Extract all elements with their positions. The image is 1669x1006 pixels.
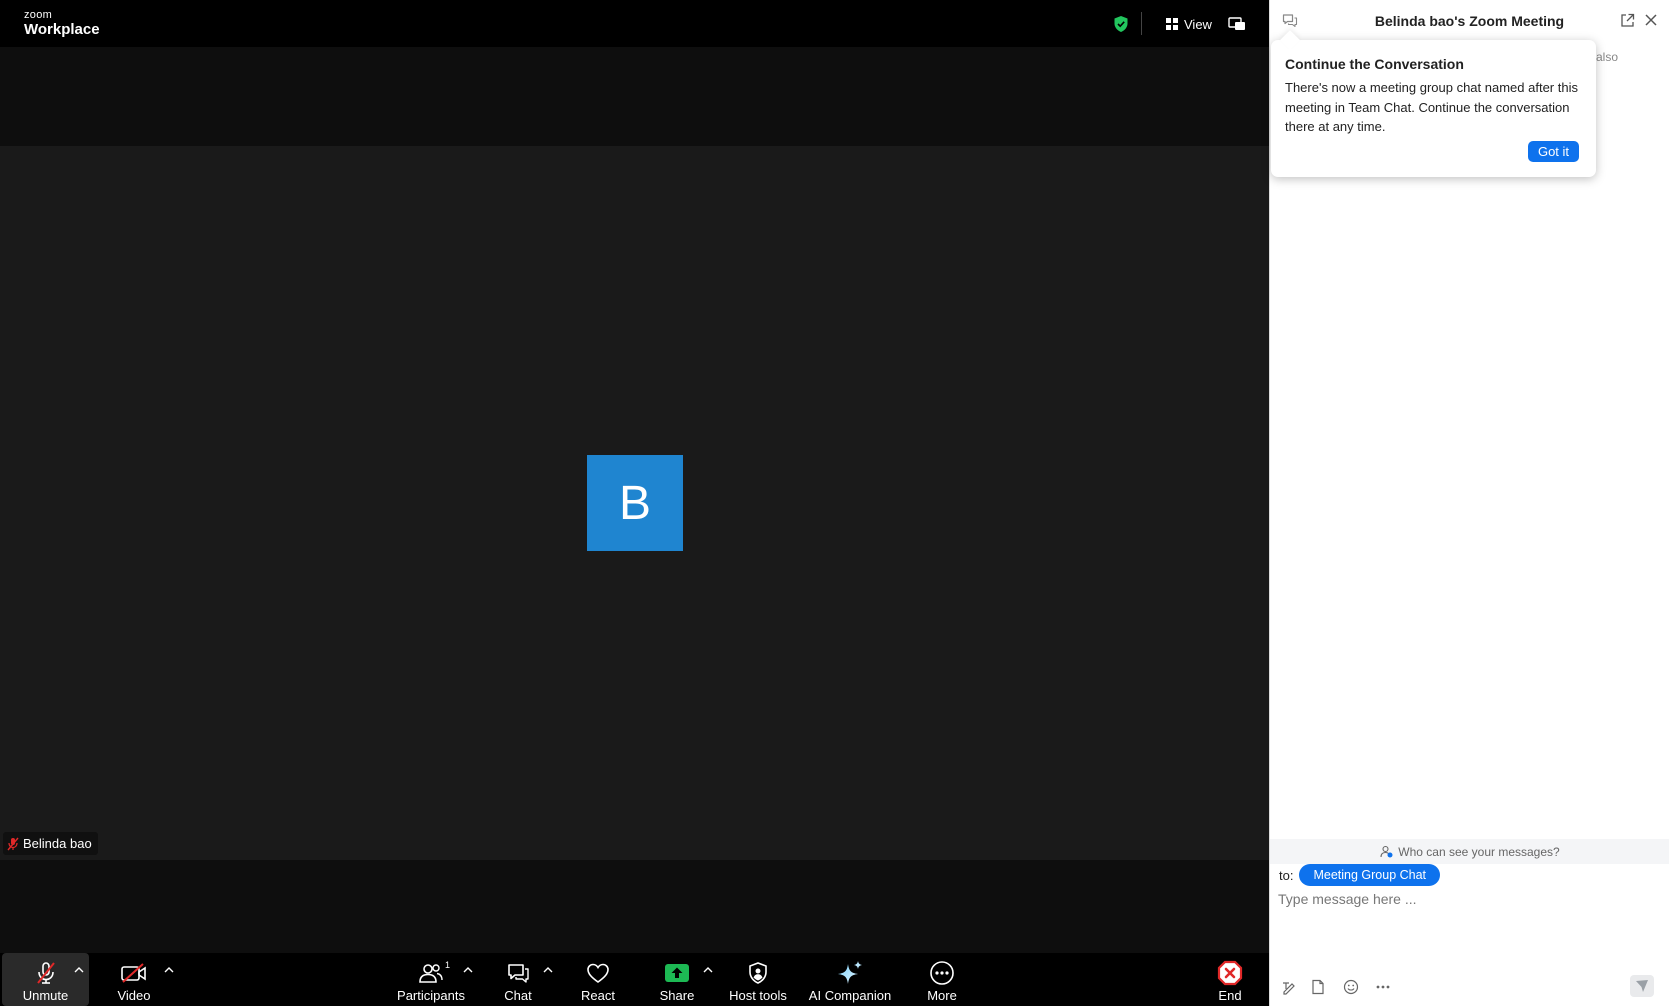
share-button[interactable]: Share [657,953,697,1006]
avatar-initial: B [618,476,651,530]
format-pen-icon [1283,982,1295,995]
react-button[interactable]: React [576,953,620,1006]
video-label: Video [117,988,151,1003]
send-icon [1636,980,1648,992]
more-horizontal-icon [1376,985,1390,989]
security-shield-icon[interactable] [1113,15,1129,33]
chat-title: Belinda bao's Zoom Meeting [1374,13,1565,29]
who-can-see-messages[interactable]: Who can see your messages? [1270,839,1669,864]
ai-companion-button[interactable]: AI Companion [807,953,893,1006]
react-label: React [581,988,615,1003]
end-label: End [1218,988,1242,1003]
lower-gallery-strip [0,860,1269,953]
chat-label: Chat [504,988,532,1003]
chat-options-caret[interactable] [543,960,555,973]
muted-mic-icon [7,837,19,850]
chevron-up-icon [74,967,84,973]
chevron-up-icon [463,967,473,973]
share-screen-icon [665,964,689,982]
screen-share-icon[interactable] [1228,15,1246,33]
got-it-button[interactable]: Got it [1528,141,1579,162]
participants-icon [419,964,443,983]
host-tools-button[interactable]: Host tools [727,953,789,1006]
heart-icon [587,963,609,983]
meeting-toolbar: Unmute Video Participants Chat React Sha… [0,953,1269,1006]
message-input[interactable] [1278,888,1658,910]
more-label: More [927,988,957,1003]
tooltip-body: There's now a meeting group chat named a… [1285,80,1578,134]
send-button[interactable] [1630,975,1654,997]
ai-companion-label: AI Companion [808,988,892,1003]
format-text-button[interactable] [1280,978,1298,996]
host-tools-label: Host tools [729,988,787,1003]
chat-button[interactable]: Chat [498,953,538,1006]
file-attach-button[interactable] [1309,978,1327,996]
chevron-up-icon [703,967,713,973]
audio-options-caret[interactable] [74,960,86,973]
chevron-up-icon [543,967,553,973]
meeting-top-bar: zoom Workplace View [0,0,1269,47]
more-options-button[interactable] [1374,978,1392,996]
video-off-icon [121,963,146,983]
recipient-selector[interactable]: Meeting Group Chat [1299,864,1441,886]
unmute-label: Unmute [22,988,69,1003]
top-bar-divider [1141,12,1142,35]
more-button[interactable]: More [922,953,962,1006]
who-can-see-label: Who can see your messages? [1398,844,1560,859]
meeting-area: zoom Workplace View B Belinda bao [0,0,1269,1006]
upper-gallery-strip [0,47,1269,146]
participants-button[interactable]: Participants [396,953,466,1006]
tooltip-title: Continue the Conversation [1285,56,1464,72]
video-button[interactable]: Video [106,953,162,1006]
end-button[interactable]: End [1210,953,1250,1006]
chevron-up-icon [164,967,174,973]
participant-name: Belinda bao [23,836,92,851]
logo-small-text: zoom [24,9,53,21]
emoji-icon [1343,979,1359,995]
logo-main-text: Workplace [24,21,100,38]
pop-out-icon[interactable] [1620,13,1635,28]
file-icon [1312,979,1324,995]
zoom-workplace-logo: zoom Workplace [24,9,100,38]
chat-icon [508,964,529,983]
participants-count-badge: 1 [445,960,451,970]
participant-name-tag: Belinda bao [3,832,98,855]
continue-conversation-tooltip: Continue the Conversation There's now a … [1271,40,1596,177]
share-label: Share [659,988,695,1003]
participant-avatar: B [587,455,683,551]
emoji-button[interactable] [1342,978,1360,996]
person-info-icon [1380,845,1393,858]
close-icon[interactable] [1644,13,1658,27]
participants-label: Participants [397,988,465,1003]
share-options-caret[interactable] [703,960,715,973]
ai-sparkle-icon [838,961,862,984]
participants-options-caret[interactable] [463,960,475,973]
view-button[interactable]: View [1166,14,1212,34]
more-dots-icon [930,961,954,985]
to-label: to: [1279,867,1294,883]
muted-mic-icon [36,962,55,984]
view-label: View [1184,16,1212,32]
video-options-caret[interactable] [164,960,176,973]
recipient-row: to: Meeting Group Chat [1279,864,1441,886]
end-meeting-icon [1217,960,1243,986]
grid-icon [1166,18,1178,30]
host-shield-icon [749,962,767,984]
